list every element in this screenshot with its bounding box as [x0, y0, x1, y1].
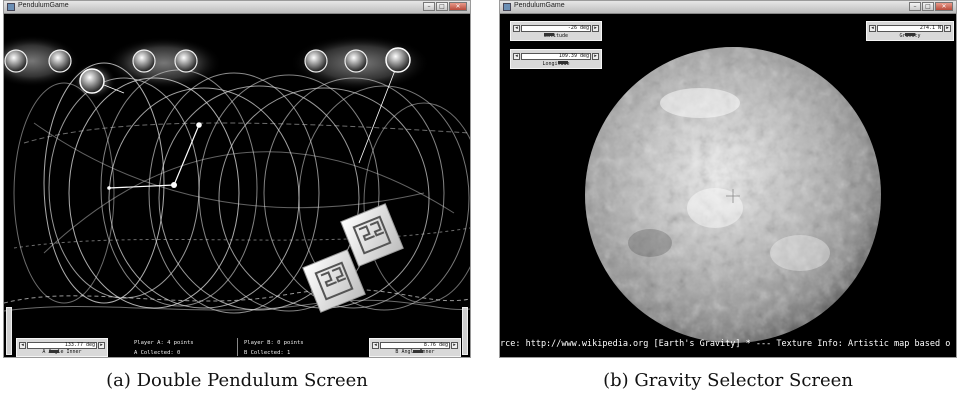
player-a-collected: A Collected: 0 — [134, 350, 181, 356]
slider-value: 8.76 deg — [423, 342, 448, 348]
slider-thumb[interactable] — [544, 33, 554, 36]
slider-thumb[interactable] — [558, 61, 568, 64]
slider-label: Latitude — [543, 33, 569, 39]
slider-value: 109.39 deg — [558, 53, 589, 59]
increase-arrow-icon[interactable]: ▸ — [451, 342, 458, 349]
longitude-slider[interactable]: ◂ 109.39 deg ▸ Longitude — [510, 49, 602, 69]
gravity-selector-panel: PendulumGame – □ ✕ ◂ -26 deg ▸ Latitude … — [499, 0, 957, 391]
decrease-arrow-icon[interactable]: ◂ — [19, 342, 26, 349]
pendulum-canvas[interactable] — [4, 13, 470, 357]
slider-label: A Angle Inner — [42, 349, 82, 355]
increase-arrow-icon[interactable]: ▸ — [98, 342, 105, 349]
player-b-points: Player B: 0 points — [244, 340, 304, 346]
gravity-slider[interactable]: ◂ 274.1 N ▸ Gravity — [866, 21, 954, 41]
increase-arrow-icon[interactable]: ▸ — [592, 53, 599, 60]
app-icon — [7, 3, 15, 11]
pendulum-joints — [107, 122, 202, 190]
maximize-icon[interactable]: □ — [436, 2, 448, 11]
increase-arrow-icon[interactable]: ▸ — [592, 25, 599, 32]
slider-thumb[interactable] — [49, 350, 59, 353]
caption-a: (a) Double Pendulum Screen — [106, 370, 368, 391]
left-vertical-slider[interactable] — [6, 307, 12, 355]
window-title: PendulumGame — [18, 2, 69, 9]
source-info-ticker: rce: http://www.wikipedia.org [Earth's G… — [500, 339, 951, 349]
player-b-collected: B Collected: 1 — [244, 350, 291, 356]
a-angle-inner-slider[interactable]: ◂ 133.77 deg ▸ A Angle Inner — [16, 338, 108, 357]
globe-texture — [585, 47, 881, 343]
latitude-slider[interactable]: ◂ -26 deg ▸ Latitude — [510, 21, 602, 41]
caption-b: (b) Gravity Selector Screen — [603, 370, 853, 391]
slider-value: 274.1 N — [919, 25, 941, 31]
decrease-arrow-icon[interactable]: ◂ — [372, 342, 379, 349]
gravity-window: PendulumGame – □ ✕ ◂ -26 deg ▸ Latitude … — [499, 0, 957, 358]
pendulum-trails — [4, 62, 470, 314]
decrease-arrow-icon[interactable]: ◂ — [869, 25, 876, 32]
double-pendulum-panel: PendulumGame – □ ✕ ◂ 133.77 deg ▸ A Angl… — [3, 0, 471, 391]
close-icon[interactable]: ✕ — [935, 2, 953, 11]
maximize-icon[interactable]: □ — [922, 2, 934, 11]
pendulum-scene — [4, 35, 470, 314]
increase-arrow-icon[interactable]: ▸ — [944, 25, 951, 32]
slider-value: 133.77 deg — [64, 342, 95, 348]
b-angle-inner-slider[interactable]: ◂ 8.76 deg ▸ B Angle Inner — [369, 338, 461, 357]
app-icon — [503, 3, 511, 11]
decrease-arrow-icon[interactable]: ◂ — [513, 53, 520, 60]
minimize-icon[interactable]: – — [423, 2, 435, 11]
close-icon[interactable]: ✕ — [449, 2, 467, 11]
decrease-arrow-icon[interactable]: ◂ — [513, 25, 520, 32]
hud-divider — [237, 338, 238, 356]
slider-thumb[interactable] — [905, 33, 915, 36]
minimize-icon[interactable]: – — [909, 2, 921, 11]
slider-label: Longitude — [542, 61, 570, 67]
slider-thumb[interactable] — [413, 350, 423, 353]
player-a-points: Player A: 4 points — [134, 340, 194, 346]
slider-value: -26 deg — [567, 25, 589, 31]
pendulum-window: PendulumGame – □ ✕ ◂ 133.77 deg ▸ A Angl… — [3, 0, 471, 358]
window-title: PendulumGame — [514, 2, 565, 9]
right-vertical-slider[interactable] — [462, 307, 468, 355]
